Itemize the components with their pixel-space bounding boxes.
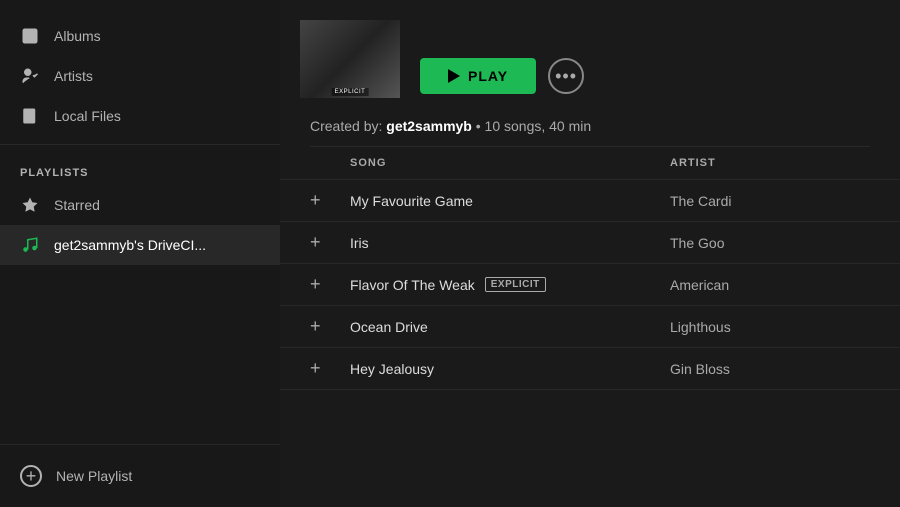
table-row[interactable]: +Iris The Goo — [280, 222, 900, 264]
header-artist-col: ARTIST — [670, 157, 870, 169]
sidebar-item-artists[interactable]: Artists — [0, 56, 280, 96]
table-row[interactable]: +Ocean Drive Lighthous — [280, 306, 900, 348]
play-button-label: PLAY — [468, 68, 508, 84]
star-icon — [20, 195, 40, 215]
sidebar-item-starred[interactable]: Starred — [0, 185, 280, 225]
sidebar-item-get2sammyb[interactable]: get2sammyb's DriveCI... — [0, 225, 280, 265]
song-title-text: Iris — [350, 235, 369, 251]
album-art-image — [300, 20, 400, 98]
local-files-icon — [20, 106, 40, 126]
meta-details: • 10 songs, 40 min — [476, 118, 591, 134]
play-button[interactable]: PLAY — [420, 58, 536, 94]
table-row[interactable]: +My Favourite Game The Cardi — [280, 180, 900, 222]
song-title: Iris — [350, 235, 670, 251]
song-title: Ocean Drive — [350, 319, 670, 335]
meta-creator: get2sammyb — [386, 118, 472, 134]
song-list-header: SONG ARTIST — [280, 147, 900, 180]
plus-circle-icon: + — [20, 465, 42, 487]
new-playlist-label: New Playlist — [56, 468, 132, 484]
note-icon — [20, 235, 40, 255]
sidebar-item-label: get2sammyb's DriveCI... — [54, 237, 206, 253]
sidebar-item-label: Starred — [54, 197, 100, 213]
more-options-button[interactable]: ••• — [548, 58, 584, 94]
song-artist: The Cardi — [670, 193, 870, 209]
sidebar: Albums Artists Local File — [0, 0, 280, 507]
song-artist: Gin Bloss — [670, 361, 870, 377]
sidebar-item-label: Albums — [54, 28, 101, 44]
add-song-button[interactable]: + — [310, 274, 350, 295]
song-title-text: Hey Jealousy — [350, 361, 434, 377]
new-playlist-button[interactable]: + New Playlist — [0, 455, 280, 497]
song-artist: American — [670, 277, 870, 293]
artist-icon — [20, 66, 40, 86]
add-song-button[interactable]: + — [310, 232, 350, 253]
sidebar-item-label: Local Files — [54, 108, 121, 124]
sidebar-item-label: Artists — [54, 68, 93, 84]
meta-prefix: Created by: — [310, 118, 382, 134]
add-song-button[interactable]: + — [310, 316, 350, 337]
explicit-badge: EXPLICIT — [485, 277, 546, 292]
album-icon — [20, 26, 40, 46]
table-row[interactable]: +Flavor Of The Weak EXPLICIT American — [280, 264, 900, 306]
sidebar-divider — [0, 144, 280, 145]
song-artist: Lighthous — [670, 319, 870, 335]
song-title-text: Ocean Drive — [350, 319, 428, 335]
add-song-button[interactable]: + — [310, 358, 350, 379]
header-song-col: SONG — [350, 157, 670, 169]
song-title: My Favourite Game — [350, 193, 670, 209]
play-triangle-icon — [448, 69, 460, 83]
table-row[interactable]: +Hey Jealousy Gin Bloss — [280, 348, 900, 390]
playlists-section-label: PLAYLISTS — [0, 153, 280, 185]
song-title-text: Flavor Of The Weak — [350, 277, 475, 293]
song-title: Hey Jealousy — [350, 361, 670, 377]
sidebar-nav: Albums Artists Local File — [0, 0, 280, 273]
song-title: Flavor Of The Weak EXPLICIT — [350, 277, 670, 293]
song-artist: The Goo — [670, 235, 870, 251]
album-header: PLAY ••• — [280, 0, 900, 114]
song-title-text: My Favourite Game — [350, 193, 473, 209]
more-icon: ••• — [555, 66, 577, 87]
main-content: PLAY ••• Created by: get2sammyb • 10 son… — [280, 0, 900, 507]
playlist-meta: Created by: get2sammyb • 10 songs, 40 mi… — [280, 114, 900, 146]
header-add-col — [310, 157, 350, 169]
sidebar-bottom: + New Playlist — [0, 444, 280, 507]
add-song-button[interactable]: + — [310, 190, 350, 211]
sidebar-item-local-files[interactable]: Local Files — [0, 96, 280, 136]
header-controls: PLAY ••• — [420, 58, 584, 94]
album-art — [300, 20, 400, 98]
song-list: +My Favourite GameThe Cardi+IrisThe Goo+… — [280, 180, 900, 390]
sidebar-item-albums[interactable]: Albums — [0, 16, 280, 56]
